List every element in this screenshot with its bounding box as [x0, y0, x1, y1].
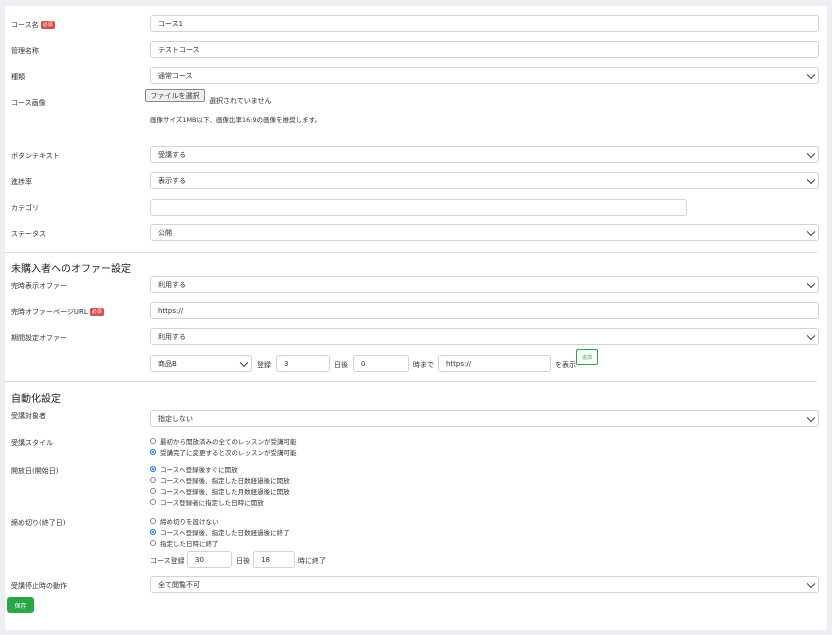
radio-checked-icon[interactable] [150, 529, 156, 535]
category-label: カテゴリ [11, 204, 39, 212]
offer-days-input[interactable]: 3 [276, 355, 330, 372]
radio-unchecked-icon[interactable] [150, 540, 156, 546]
file-choose-button[interactable]: ファイルを選択 [145, 89, 205, 102]
radio-option-label: 最初から開放済みの全てのレッスンが受講可能 [160, 438, 297, 446]
save-button[interactable]: 保存 [7, 597, 34, 613]
progress-select[interactable]: 表示する [150, 172, 819, 189]
status-value: 公開 [158, 228, 172, 237]
deadline-days-after-text: 日後 [236, 557, 250, 565]
product-value: 商品B [158, 359, 177, 368]
type-select[interactable]: 通常コース [150, 67, 819, 84]
radio-unchecked-icon[interactable] [150, 488, 156, 494]
radio-option[interactable]: コースへ登録後、指定した月数経過後に開放 [150, 486, 290, 496]
divider [5, 381, 817, 382]
offer-days-after-text: 日後 [334, 361, 348, 369]
type-value: 通常コース [158, 71, 193, 80]
status-select[interactable]: 公開 [150, 224, 819, 241]
deadline-register-text: コース登録 [150, 557, 185, 565]
divider [5, 252, 817, 253]
radio-unchecked-icon[interactable] [150, 499, 156, 505]
radio-unchecked-icon[interactable] [150, 518, 156, 524]
radio-option-label: 受講完了に変更すると次のレッスンが受講可能 [160, 449, 297, 457]
course-name-label: コース名 必須 [11, 21, 55, 29]
image-hint: 画像サイズ1MB以下、画像比率16:9の画像を推奨します。 [150, 116, 321, 124]
radio-option-label: コースへ登録後、指定した日数経過後に終了 [160, 529, 290, 537]
radio-option[interactable]: コースへ登録後、指定した日数経過後に終了 [150, 527, 290, 537]
radio-option-label: 締め切りを設けない [160, 518, 219, 526]
offer-url-input[interactable]: https:// [438, 355, 551, 372]
offer-register-text: 登録 [257, 361, 271, 369]
course-image-label: コース画像 [11, 99, 46, 107]
category-input[interactable] [150, 199, 687, 216]
stop-action-value: 全て閲覧不可 [158, 580, 200, 589]
admin-name-label: 管理名称 [11, 47, 39, 55]
radio-unchecked-icon[interactable] [150, 477, 156, 483]
admin-name-input[interactable]: テストコース [150, 41, 819, 58]
add-offer-button[interactable]: 追加 [576, 349, 598, 365]
deadline-hour-input[interactable]: 18 [253, 551, 295, 568]
timed-offer-select[interactable]: 利用する [150, 328, 819, 345]
stop-action-select[interactable]: 全て閲覧不可 [150, 576, 819, 593]
instant-offer-select[interactable]: 利用する [150, 276, 819, 293]
offer-section-title: 未購入者へのオファー設定 [11, 264, 131, 275]
progress-label: 進捗率 [11, 178, 32, 186]
progress-value: 表示する [158, 176, 186, 185]
button-text-select[interactable]: 受講する [150, 146, 819, 163]
course-name-input[interactable]: コース1 [150, 15, 819, 32]
radio-unchecked-icon[interactable] [150, 438, 156, 444]
target-select[interactable]: 指定しない [150, 410, 819, 427]
deadline-days-input[interactable]: 30 [187, 551, 232, 568]
instant-url-label: 完時オファーページURL 必須 [11, 308, 104, 316]
radio-option[interactable]: コースへ登録後、指定した日数経過後に開放 [150, 475, 290, 485]
radio-option-label: 指定した日時に終了 [160, 540, 219, 548]
radio-option-label: コース登録者に指定した日時に開放 [160, 499, 264, 507]
automation-section-title: 自動化設定 [11, 394, 61, 405]
deadline-label: 締め切り(終了日) [11, 519, 66, 527]
type-label: 種類 [11, 73, 25, 81]
product-select[interactable]: 商品B [150, 355, 252, 372]
required-badge: 必須 [40, 21, 55, 29]
instant-offer-label: 完時表示オファー [11, 282, 67, 290]
radio-option[interactable]: 指定した日時に終了 [150, 538, 219, 548]
radio-option[interactable]: 受講完了に変更すると次のレッスンが受講可能 [150, 447, 297, 457]
radio-option[interactable]: コースへ登録後すぐに開放 [150, 464, 238, 474]
radio-option[interactable]: 締め切りを設けない [150, 516, 219, 526]
instant-url-input[interactable]: https:// [150, 302, 819, 319]
offer-hours-input[interactable]: 0 [353, 355, 409, 372]
open-date-label: 開放日(開始日) [11, 467, 59, 475]
file-status: 選択されていません [209, 97, 272, 105]
button-text-label: ボタンテキスト [11, 152, 60, 160]
radio-checked-icon[interactable] [150, 466, 156, 472]
offer-show-text: を表示 [555, 361, 576, 369]
timed-offer-value: 利用する [158, 332, 186, 341]
required-badge: 必須 [89, 308, 104, 316]
radio-option-label: コースへ登録後すぐに開放 [160, 466, 238, 474]
deadline-end-text: 時に終了 [298, 557, 326, 565]
timed-offer-label: 期間設定オファー [11, 334, 67, 342]
target-label: 受講対象者 [11, 412, 46, 420]
offer-until-text: 時まで [413, 361, 434, 369]
status-label: ステータス [11, 230, 46, 238]
button-text-value: 受講する [158, 150, 186, 159]
radio-option-label: コースへ登録後、指定した日数経過後に開放 [160, 477, 290, 485]
radio-option-label: コースへ登録後、指定した月数経過後に開放 [160, 488, 290, 496]
style-label: 受講スタイル [11, 439, 53, 447]
radio-option[interactable]: コース登録者に指定した日時に開放 [150, 497, 264, 507]
stop-action-label: 受講停止時の動作 [11, 582, 67, 590]
target-value: 指定しない [158, 414, 193, 423]
instant-offer-value: 利用する [158, 280, 186, 289]
radio-checked-icon[interactable] [150, 449, 156, 455]
radio-option[interactable]: 最初から開放済みの全てのレッスンが受講可能 [150, 436, 297, 446]
